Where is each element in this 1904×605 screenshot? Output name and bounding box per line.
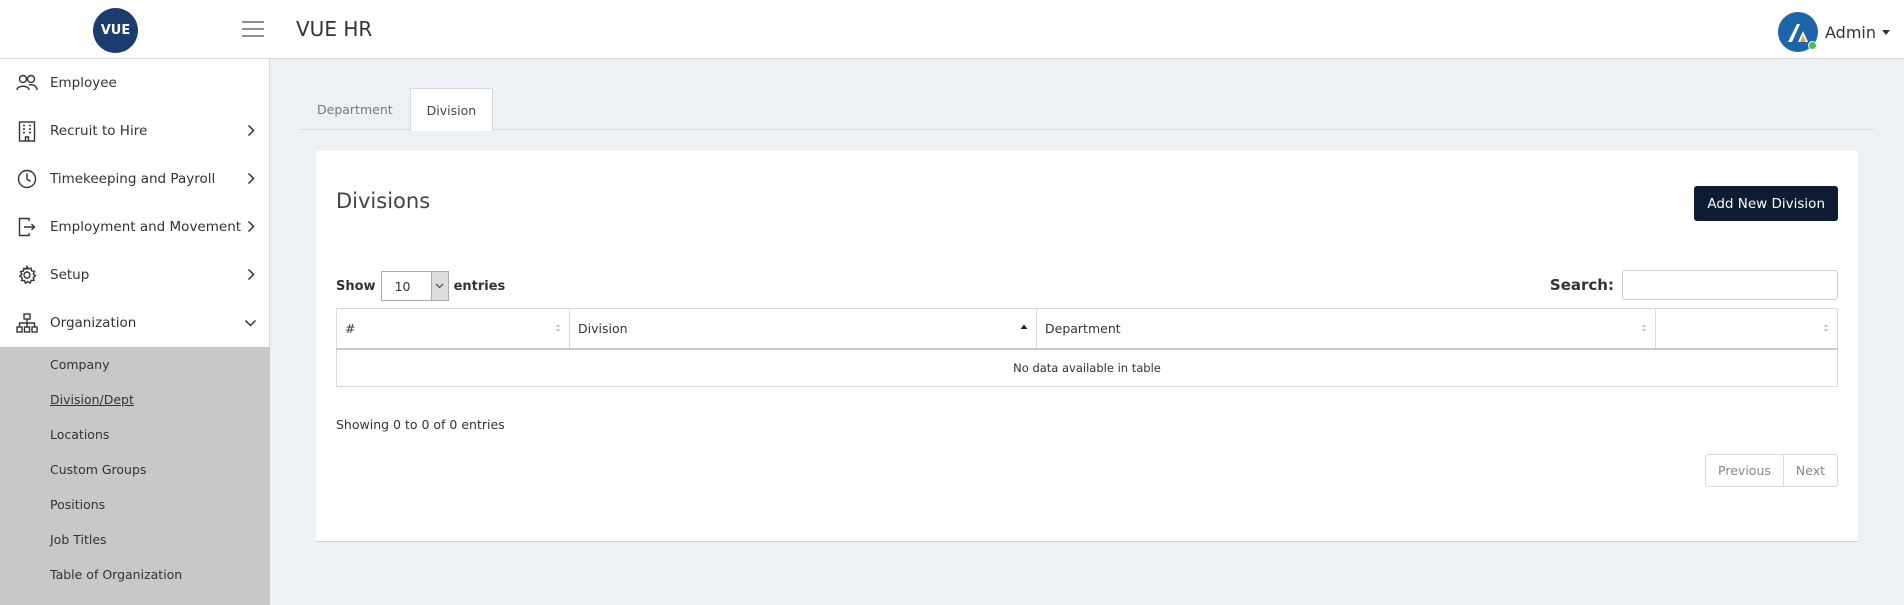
sidebar-item-recruit[interactable]: Recruit to Hire <box>0 107 269 155</box>
page-length-select[interactable]: 10 <box>380 271 449 301</box>
divisions-table: # Division Department No data available … <box>336 308 1838 387</box>
add-new-division-button[interactable]: Add New Division <box>1694 186 1838 221</box>
search-control: Search: <box>1550 270 1838 300</box>
column-header-label: Department <box>1045 320 1121 336</box>
page-length-control: Show 10 entries <box>336 271 505 301</box>
tab-department[interactable]: Department <box>300 88 410 130</box>
submenu-item-positions[interactable]: Positions <box>0 487 270 522</box>
column-header-label: Division <box>578 320 628 336</box>
page-title: Divisions <box>336 189 431 213</box>
column-header-number[interactable]: # <box>336 308 570 350</box>
caret-down-icon <box>1882 29 1890 35</box>
tab-division[interactable]: Division <box>409 88 494 131</box>
sidebar-item-label: Recruit to Hire <box>50 123 148 139</box>
chevron-right-icon <box>247 172 255 185</box>
sort-ascending-icon <box>1020 324 1028 329</box>
chevron-right-icon <box>247 124 255 137</box>
table-row: No data available in table <box>336 348 1838 387</box>
page-length-value: 10 <box>394 278 411 294</box>
column-header-division[interactable]: Division <box>569 308 1037 350</box>
submenu-item-locations[interactable]: Locations <box>0 417 270 452</box>
user-name: Admin <box>1825 22 1876 42</box>
submenu-item-division-dept[interactable]: Division/Dept <box>0 382 270 417</box>
menu-toggle-icon[interactable] <box>242 21 264 37</box>
search-input[interactable] <box>1622 270 1838 300</box>
users-icon <box>16 72 38 94</box>
column-header-department[interactable]: Department <box>1036 308 1656 350</box>
exit-icon <box>16 216 38 238</box>
sort-icon <box>1823 324 1829 332</box>
online-status-dot <box>1808 41 1817 50</box>
org-chart-icon <box>16 312 38 334</box>
building-icon <box>16 120 38 142</box>
submenu-item-custom-groups[interactable]: Custom Groups <box>0 452 270 487</box>
sidebar-item-employee[interactable]: Employee <box>0 59 269 107</box>
submenu-item-table-of-organization[interactable]: Table of Organization <box>0 557 270 592</box>
tab-bar: Department Division <box>300 88 1874 131</box>
show-label: Show <box>336 278 376 294</box>
gear-icon <box>16 264 38 286</box>
top-bar: VUE VUE HR Admin <box>0 0 1904 59</box>
sidebar-item-timekeeping[interactable]: Timekeeping and Payroll <box>0 155 269 203</box>
empty-table-message: No data available in table <box>336 348 1838 387</box>
chevron-down-icon <box>430 272 448 300</box>
sidebar-item-setup[interactable]: Setup <box>0 251 269 299</box>
entries-label: entries <box>453 278 506 294</box>
app-title: VUE HR <box>296 17 373 41</box>
submenu-item-job-titles[interactable]: Job Titles <box>0 522 270 557</box>
submenu-item-company[interactable]: Company <box>0 347 270 382</box>
sidebar-item-organization[interactable]: Organization <box>0 299 269 347</box>
user-menu[interactable]: Admin <box>1778 12 1890 52</box>
next-page-button[interactable]: Next <box>1782 455 1837 486</box>
sort-icon <box>1641 324 1647 332</box>
chevron-down-icon <box>244 319 257 327</box>
sidebar: Employee Recruit to Hire Timekeeping and… <box>0 59 270 605</box>
sidebar-item-label: Organization <box>50 315 137 331</box>
sidebar-item-label: Employee <box>50 75 117 91</box>
table-info: Showing 0 to 0 of 0 entries <box>336 417 505 432</box>
column-header-actions[interactable] <box>1655 308 1838 350</box>
sidebar-item-label: Timekeeping and Payroll <box>50 171 216 187</box>
vue-logo[interactable]: VUE <box>93 8 138 53</box>
chevron-right-icon <box>247 220 255 233</box>
table-header-row: # Division Department <box>336 308 1838 350</box>
pagination: Previous Next <box>1705 454 1838 487</box>
column-header-label: # <box>345 320 356 336</box>
search-label: Search: <box>1549 276 1614 294</box>
sort-icon <box>555 324 561 332</box>
user-avatar <box>1778 12 1818 52</box>
organization-submenu: Company Division/Dept Locations Custom G… <box>0 347 270 605</box>
divisions-card: Divisions Add New Division Show 10 entri… <box>316 151 1858 542</box>
sidebar-item-label: Setup <box>50 267 90 283</box>
sidebar-item-label: Employment and Movement <box>50 219 242 235</box>
sidebar-item-employment[interactable]: Employment and Movement <box>0 203 269 251</box>
previous-page-button[interactable]: Previous <box>1706 455 1783 486</box>
avatar-logo-icon <box>1788 24 1808 42</box>
chevron-right-icon <box>247 268 255 281</box>
clock-icon <box>16 168 38 190</box>
